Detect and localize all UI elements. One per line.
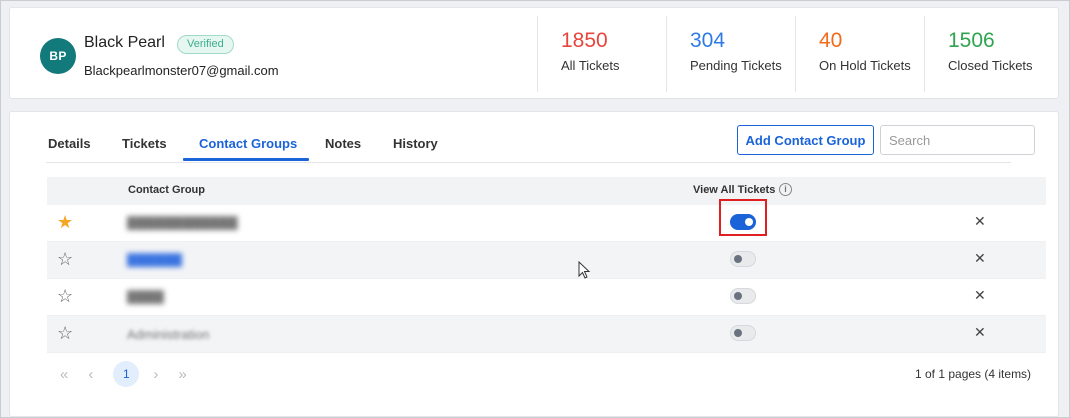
contact-groups-panel: Details Tickets Contact Groups Notes His…	[9, 111, 1059, 417]
table-row: ☆ ████ ✕	[47, 279, 1046, 316]
contact-header: BP Black Pearl Verified Blackpearlmonste…	[9, 7, 1059, 99]
pagination: « ‹ 1 › »	[60, 360, 207, 388]
stat-label: On Hold Tickets	[819, 58, 911, 73]
contact-group-name[interactable]: ██████	[127, 253, 182, 267]
close-icon[interactable]: ✕	[974, 324, 986, 341]
stat-pending-tickets[interactable]: 304 Pending Tickets	[666, 16, 795, 92]
table-row: ☆ ██████ ✕	[47, 242, 1046, 279]
info-icon[interactable]: i	[779, 183, 792, 196]
first-page-icon[interactable]: «	[60, 366, 68, 383]
star-outline-icon[interactable]: ☆	[57, 249, 73, 269]
next-page-icon[interactable]: ›	[153, 366, 158, 383]
stat-value: 40	[819, 29, 843, 52]
search-input[interactable]	[880, 125, 1035, 155]
stat-closed-tickets[interactable]: 1506 Closed Tickets	[924, 16, 1053, 92]
close-icon[interactable]: ✕	[974, 287, 986, 304]
toggle-knob	[734, 255, 742, 263]
active-tab-indicator	[183, 158, 309, 161]
stat-value: 1850	[561, 29, 608, 52]
stat-label: Closed Tickets	[948, 58, 1033, 73]
tab-tickets[interactable]: Tickets	[122, 130, 167, 162]
view-all-tickets-toggle[interactable]	[730, 288, 756, 304]
ticket-stats: 1850 All Tickets 304 Pending Tickets 40 …	[537, 16, 1053, 92]
last-page-icon[interactable]: »	[178, 366, 186, 383]
toggle-knob	[745, 218, 753, 226]
tab-history[interactable]: History	[393, 130, 438, 162]
contact-name: Black Pearl	[84, 34, 165, 51]
current-page-button[interactable]: 1	[113, 361, 140, 387]
verified-badge: Verified	[177, 35, 234, 54]
tab-notes[interactable]: Notes	[325, 130, 361, 162]
tab-details[interactable]: Details	[48, 130, 91, 162]
page-info: 1 of 1 pages (4 items)	[915, 367, 1032, 381]
tab-bar: Details Tickets Contact Groups Notes His…	[10, 130, 630, 162]
contact-group-name[interactable]: ████████████	[127, 216, 238, 230]
column-view-all-tickets: View All Tickets	[693, 184, 776, 196]
prev-page-icon[interactable]: ‹	[88, 366, 93, 383]
contact-group-name[interactable]: ████	[127, 290, 164, 304]
star-outline-icon[interactable]: ☆	[57, 286, 73, 306]
contact-group-name[interactable]: Administration	[127, 327, 209, 341]
stat-label: All Tickets	[561, 58, 620, 73]
add-contact-group-button[interactable]: Add Contact Group	[737, 125, 874, 155]
view-all-tickets-toggle[interactable]	[730, 214, 756, 230]
app-frame: BP Black Pearl Verified Blackpearlmonste…	[0, 0, 1070, 418]
table-row: ★ ████████████ ✕	[47, 199, 1046, 242]
table-row: ☆ Administration ✕	[47, 316, 1046, 353]
contact-email: Blackpearlmonster07@gmail.com	[84, 63, 279, 78]
close-icon[interactable]: ✕	[974, 250, 986, 267]
stat-all-tickets[interactable]: 1850 All Tickets	[537, 16, 666, 92]
mouse-cursor-icon	[578, 261, 591, 279]
stat-label: Pending Tickets	[690, 58, 782, 73]
toggle-knob	[734, 292, 742, 300]
close-icon[interactable]: ✕	[974, 213, 986, 230]
contact-groups-table: Contact Group View All Tickets i ★ █████…	[47, 177, 1046, 353]
column-contact-group: Contact Group	[128, 184, 205, 196]
star-filled-icon[interactable]: ★	[57, 212, 73, 232]
view-all-tickets-toggle[interactable]	[730, 251, 756, 267]
stat-value: 304	[690, 29, 726, 52]
avatar: BP	[40, 38, 76, 74]
stat-on-hold-tickets[interactable]: 40 On Hold Tickets	[795, 16, 924, 92]
tab-divider	[46, 162, 1011, 163]
view-all-tickets-toggle[interactable]	[730, 325, 756, 341]
toggle-knob	[734, 329, 742, 337]
stat-value: 1506	[948, 29, 995, 52]
table-header: Contact Group View All Tickets i	[47, 177, 1046, 205]
star-outline-icon[interactable]: ☆	[57, 323, 73, 343]
